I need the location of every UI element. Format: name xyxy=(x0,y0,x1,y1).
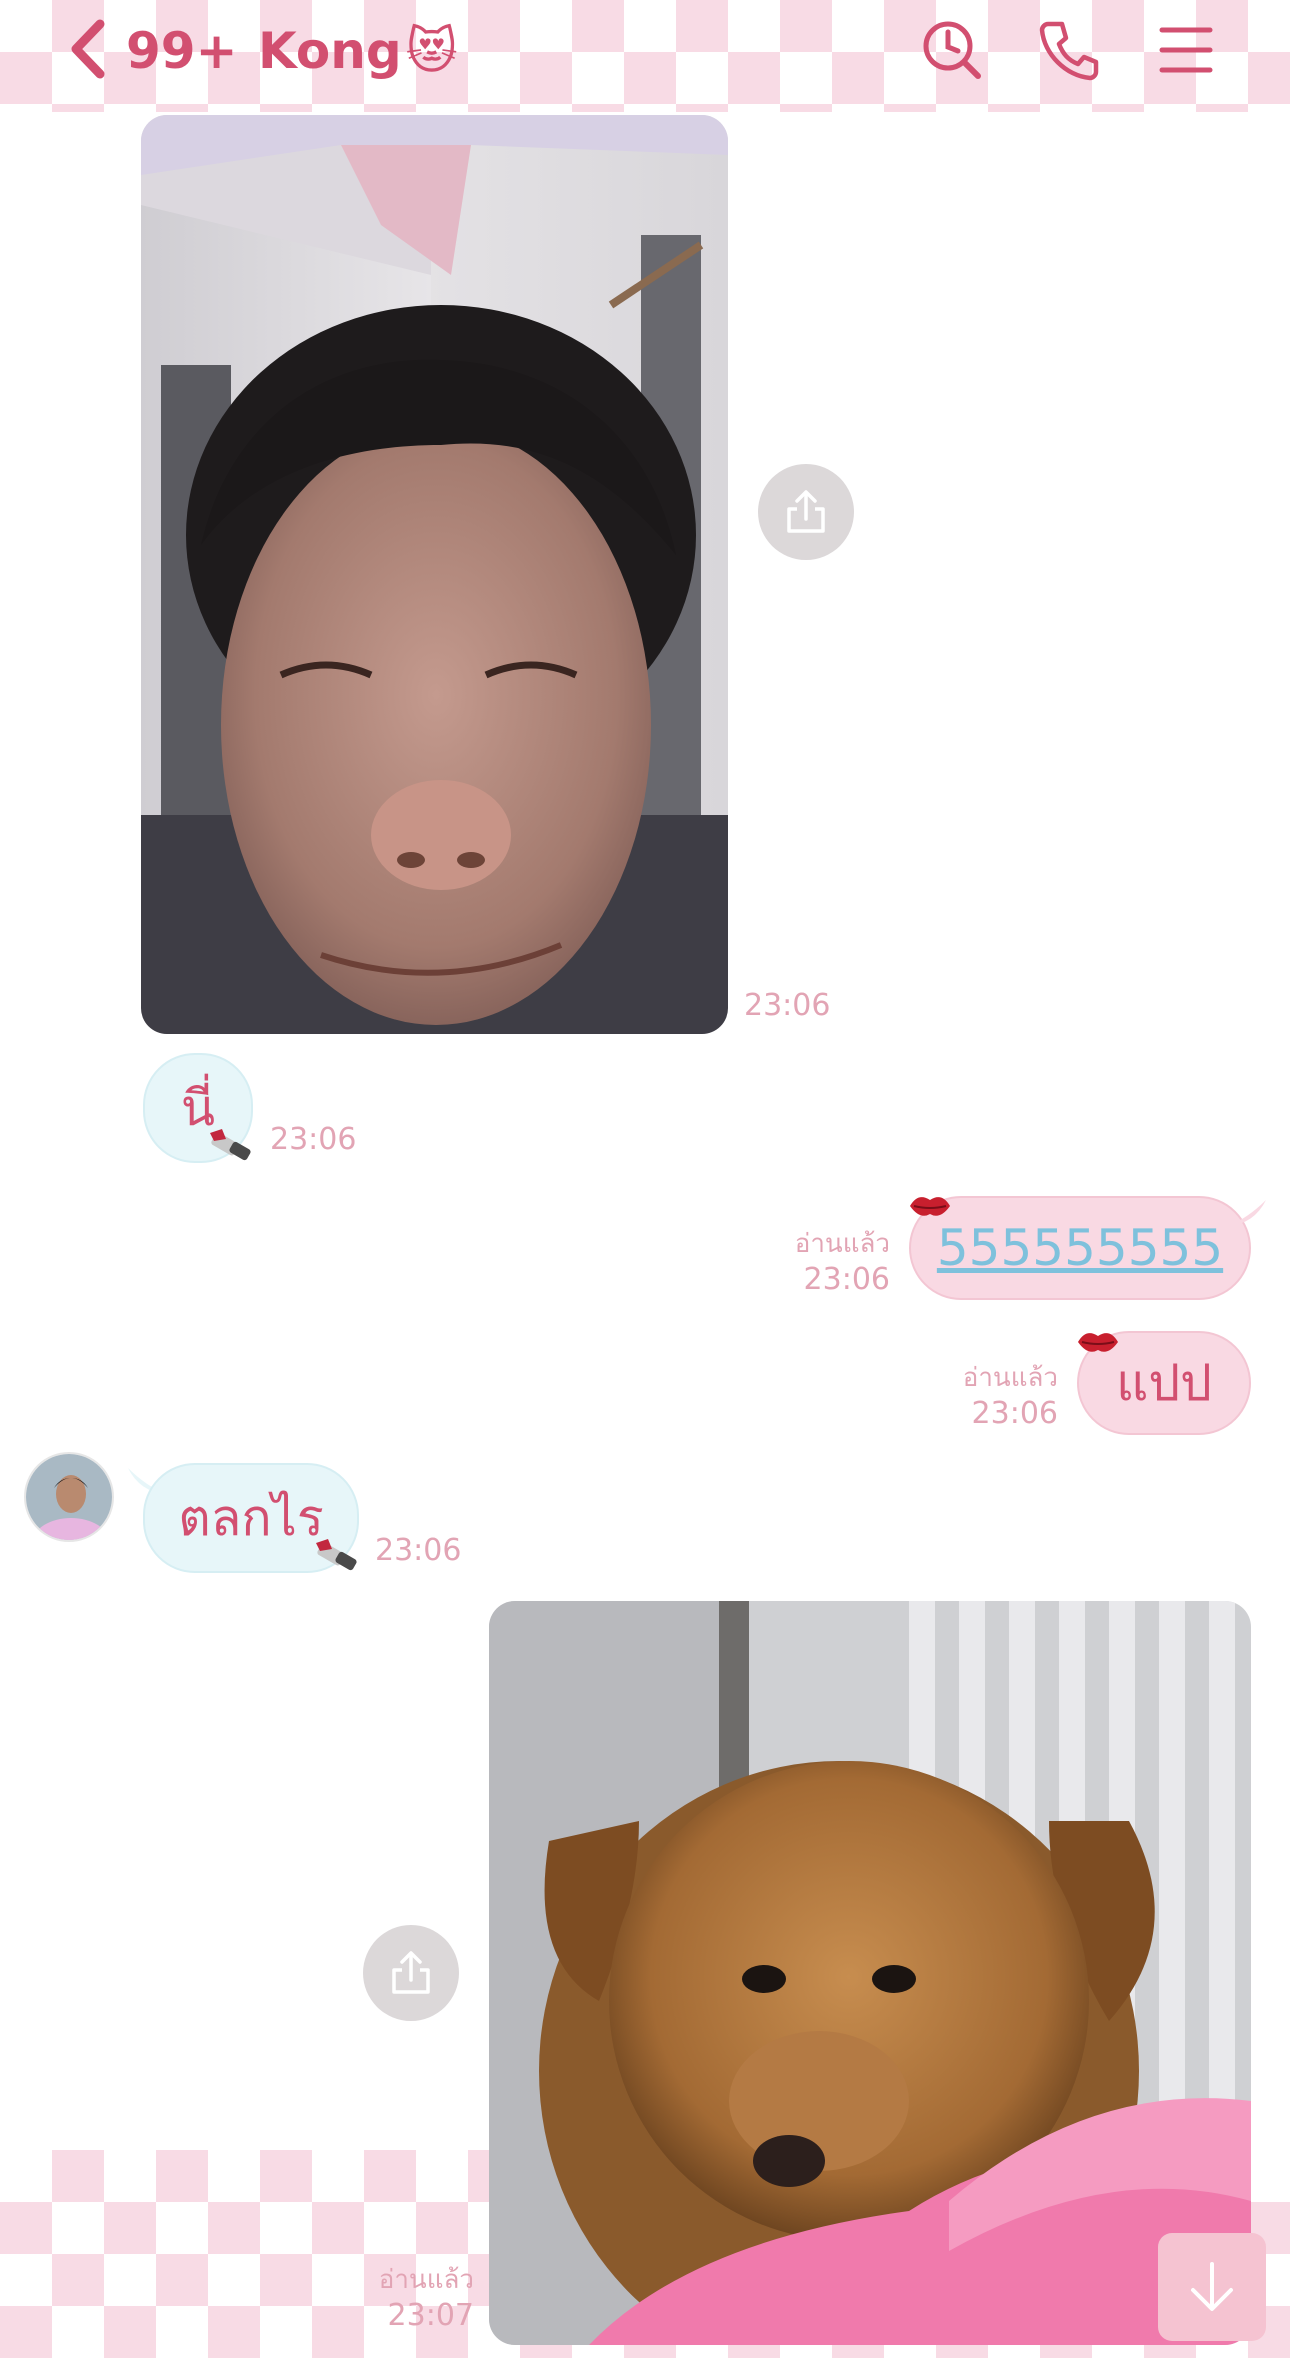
chat-header: 99+ Kong 😻 xyxy=(0,0,1290,112)
contact-avatar[interactable] xyxy=(24,1452,114,1542)
message-text: แปป xyxy=(1116,1353,1212,1412)
back-button[interactable] xyxy=(66,18,108,84)
heart-eyes-cat-emoji: 😻 xyxy=(405,22,458,80)
share-button[interactable] xyxy=(758,464,854,560)
message-text: ตลกไร xyxy=(178,1488,324,1547)
image-message-selfie[interactable] xyxy=(141,115,728,1034)
lipstick-icon xyxy=(210,1129,251,1161)
kiss-lips-icon xyxy=(910,1197,950,1216)
message-link-text[interactable]: 555555555 xyxy=(937,1219,1223,1277)
share-button[interactable] xyxy=(363,1925,459,2021)
menu-icon[interactable] xyxy=(1154,18,1218,82)
read-status: อ่านแล้ว 23:07 xyxy=(378,2265,474,2333)
share-icon xyxy=(787,490,825,533)
scroll-to-bottom-button[interactable] xyxy=(1158,2233,1266,2341)
puppy-photo xyxy=(489,1601,1251,2345)
outgoing-text-bubble[interactable]: 555555555 xyxy=(909,1196,1251,1300)
read-status: อ่านแล้ว 23:06 xyxy=(962,1363,1058,1431)
contact-name[interactable]: Kong 😻 xyxy=(258,22,458,80)
avatar-photo xyxy=(26,1454,112,1540)
read-status: อ่านแล้ว 23:06 xyxy=(794,1229,890,1297)
arrow-down-icon xyxy=(1191,2262,1233,2311)
lipstick-icon xyxy=(316,1539,357,1571)
selfie-photo xyxy=(141,115,728,1034)
message-time: 23:06 xyxy=(375,1533,462,1568)
kiss-lips-icon xyxy=(1078,1333,1118,1352)
share-icon xyxy=(392,1951,430,1994)
back-chevron-icon xyxy=(66,18,108,84)
image-message-puppy[interactable] xyxy=(489,1601,1251,2345)
phone-icon[interactable] xyxy=(1038,18,1102,82)
message-time: 23:06 xyxy=(744,988,831,1023)
unread-count[interactable]: 99+ xyxy=(126,22,237,80)
search-history-icon[interactable] xyxy=(920,18,984,82)
bubble-tail xyxy=(1228,1200,1266,1226)
message-time: 23:06 xyxy=(270,1122,357,1157)
